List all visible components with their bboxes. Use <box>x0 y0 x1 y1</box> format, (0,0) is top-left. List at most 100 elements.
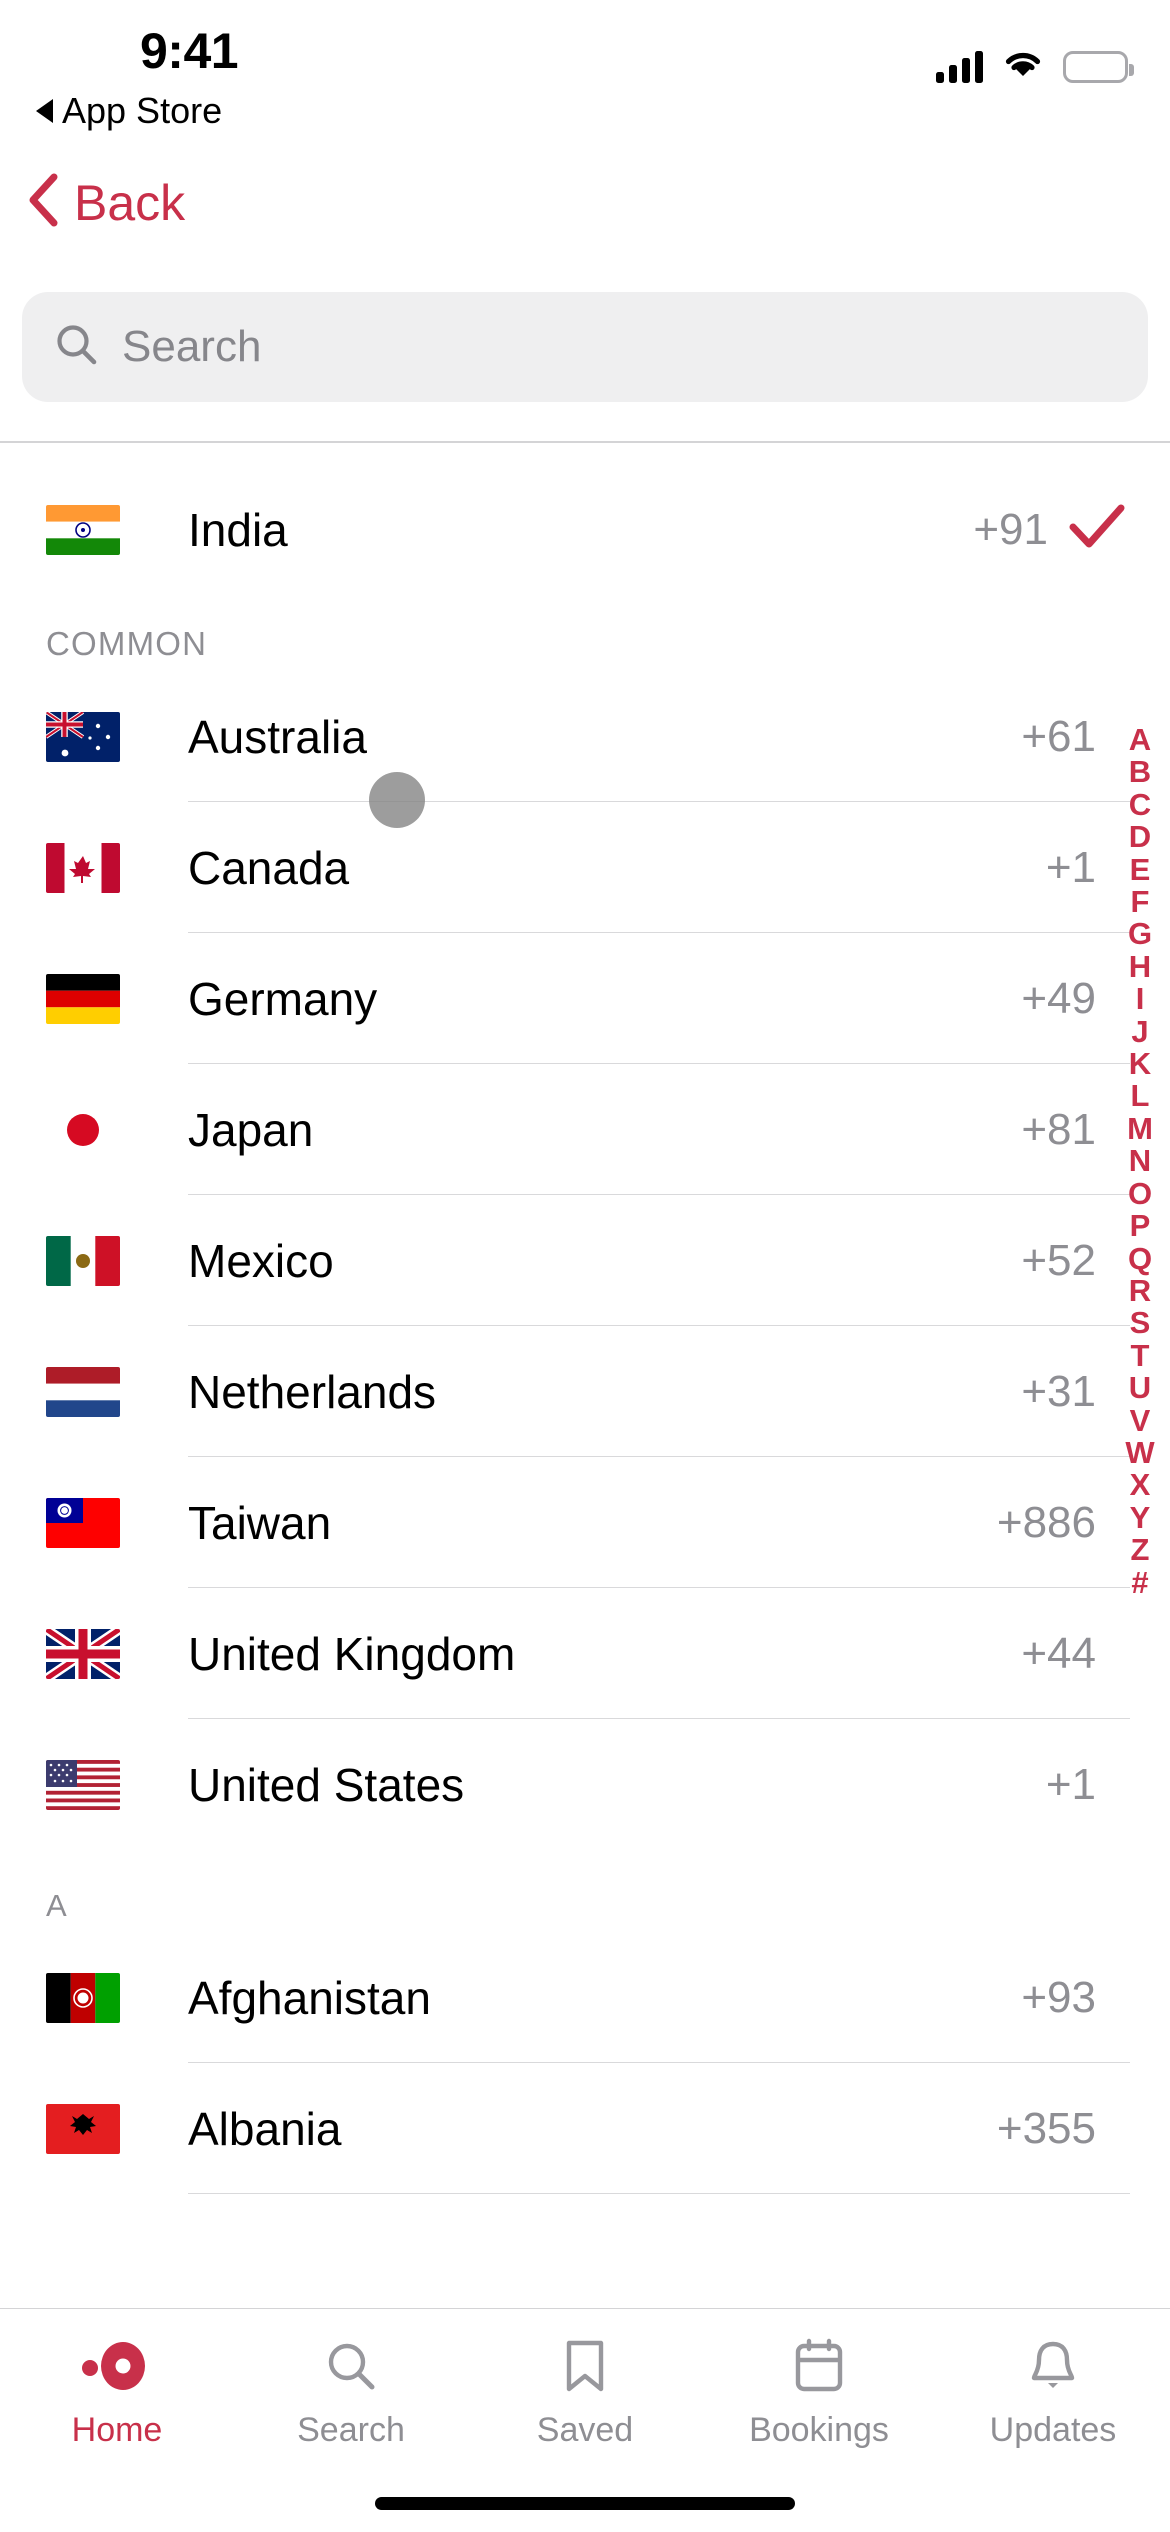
tab-home[interactable]: Home <box>0 2337 234 2450</box>
country-dial-code: +1 <box>1045 842 1096 892</box>
section-index-letter[interactable]: C <box>1129 788 1151 821</box>
country-name: Japan <box>188 1103 314 1156</box>
wifi-icon <box>1001 48 1045 85</box>
country-row[interactable]: Taiwan +886 <box>0 1457 1170 1588</box>
flag-australia <box>46 711 120 762</box>
battery-icon <box>1063 50 1134 83</box>
country-dial-code: +93 <box>1021 1972 1096 2022</box>
tab-bar: Home Search Saved Bookings Updates <box>0 2308 1170 2532</box>
country-name: Germany <box>188 972 378 1025</box>
section-index-letter[interactable]: U <box>1129 1371 1151 1404</box>
country-row[interactable]: Afghanistan +93 <box>0 1932 1170 2063</box>
tab-bookings[interactable]: Bookings <box>702 2337 936 2450</box>
country-name: Netherlands <box>188 1365 437 1418</box>
country-name: Canada <box>188 841 350 894</box>
status-bar-indicators <box>936 48 1134 85</box>
search-icon <box>323 2337 379 2395</box>
country-row[interactable]: United States +1 <box>0 1719 1170 1850</box>
country-row[interactable]: Japan +81 <box>0 1064 1170 1195</box>
section-index-letter[interactable]: I <box>1136 982 1145 1015</box>
country-name: United States <box>188 1758 465 1811</box>
country-dial-code: +44 <box>1021 1628 1096 1678</box>
country-dial-code: +355 <box>996 2103 1096 2153</box>
section-index-letter[interactable]: E <box>1130 853 1151 886</box>
section-index-letter[interactable]: Y <box>1130 1501 1151 1534</box>
back-button[interactable]: Back <box>26 172 185 233</box>
country-name: India <box>188 503 288 556</box>
back-button-label: Back <box>74 174 186 231</box>
country-row[interactable]: United Kingdom +44 <box>0 1588 1170 1719</box>
country-row-selected[interactable]: India +91 <box>0 464 1170 595</box>
home-logo-icon <box>78 2337 156 2395</box>
country-dial-code: +61 <box>1021 711 1096 761</box>
section-index-letter[interactable]: J <box>1131 1015 1148 1048</box>
section-index-letter[interactable]: A <box>1129 723 1151 756</box>
section-index-letter[interactable]: D <box>1129 820 1151 853</box>
tab-saved[interactable]: Saved <box>468 2337 702 2450</box>
country-name: Afghanistan <box>188 1971 431 2024</box>
tab-label: Home <box>71 2411 163 2449</box>
flag-afghanistan <box>46 1972 120 2023</box>
country-row[interactable]: Germany +49 <box>0 933 1170 1064</box>
country-row[interactable]: Canada +1 <box>0 802 1170 933</box>
tab-label: Saved <box>536 2411 634 2449</box>
section-index-letter[interactable]: P <box>1130 1209 1151 1242</box>
section-index-letter[interactable]: H <box>1129 950 1151 983</box>
tab-search[interactable]: Search <box>234 2337 468 2450</box>
status-bar-back-app-label: App Store <box>62 90 223 131</box>
section-index-letter[interactable]: O <box>1128 1177 1152 1210</box>
country-list[interactable]: India +91 COMMON Australia +61 Canada +1… <box>0 442 1170 2308</box>
country-row[interactable]: Mexico +52 <box>0 1195 1170 1326</box>
section-index-letter[interactable]: N <box>1129 1144 1151 1177</box>
tab-updates[interactable]: Updates <box>936 2337 1170 2450</box>
search-bar: Search <box>0 292 1170 402</box>
country-name: United Kingdom <box>188 1627 516 1680</box>
chevron-left-icon <box>26 172 60 233</box>
tab-label: Bookings <box>749 2411 889 2449</box>
section-index-letter[interactable]: T <box>1131 1339 1150 1372</box>
section-index-letter[interactable]: X <box>1130 1468 1151 1501</box>
status-bar-back-to-app[interactable]: App Store <box>36 90 222 132</box>
flag-mexico <box>46 1235 120 1286</box>
status-bar: 9:41 App Store <box>0 0 1170 150</box>
search-input[interactable]: Search <box>22 292 1148 402</box>
section-header-common: COMMON <box>46 625 208 662</box>
flag-united-states <box>46 1759 120 1810</box>
section-index-letter[interactable]: S <box>1130 1306 1151 1339</box>
country-row[interactable]: Netherlands +31 <box>0 1326 1170 1457</box>
country-dial-code: +52 <box>1021 1235 1096 1285</box>
section-index-letter[interactable]: # <box>1131 1566 1148 1599</box>
flag-taiwan <box>46 1497 120 1548</box>
touch-cursor-indicator <box>369 772 425 828</box>
section-index-letter[interactable]: Z <box>1131 1533 1150 1566</box>
home-indicator <box>375 2497 795 2510</box>
tab-label: Updates <box>989 2411 1117 2449</box>
section-index-letter[interactable]: F <box>1131 885 1150 918</box>
navigation-bar: Back <box>0 160 1170 270</box>
country-name: Albania <box>188 2102 342 2155</box>
section-index-letter[interactable]: W <box>1125 1436 1154 1469</box>
section-index-letter[interactable]: M <box>1127 1112 1153 1145</box>
country-name: Mexico <box>188 1234 334 1287</box>
section-index-letter[interactable]: L <box>1131 1080 1150 1113</box>
country-row[interactable]: Australia +61 <box>0 671 1170 802</box>
section-header-a: A <box>46 1888 67 1923</box>
bookmark-icon <box>561 2337 609 2395</box>
checkmark-icon <box>1068 503 1126 556</box>
country-row[interactable]: Albania +355 <box>0 2063 1170 2194</box>
section-index-letter[interactable]: K <box>1129 1047 1151 1080</box>
row-divider <box>188 2192 1130 2194</box>
section-index-letter[interactable]: R <box>1129 1274 1151 1307</box>
section-index-strip[interactable]: A B C D E F G H I J K L M N O P Q R S T U V W X Y Z # <box>1118 723 1162 1599</box>
search-icon <box>54 322 100 373</box>
flag-india <box>46 504 120 555</box>
section-index-letter[interactable]: V <box>1130 1404 1151 1437</box>
section-index-letter[interactable]: Q <box>1128 1242 1152 1275</box>
section-index-letter[interactable]: G <box>1128 918 1152 951</box>
flag-germany <box>46 973 120 1024</box>
country-dial-code: +31 <box>1021 1366 1096 1416</box>
country-dial-code: +886 <box>996 1497 1096 1547</box>
section-index-letter[interactable]: B <box>1129 756 1151 789</box>
country-name: Australia <box>188 710 367 763</box>
flag-united-kingdom <box>46 1628 120 1679</box>
